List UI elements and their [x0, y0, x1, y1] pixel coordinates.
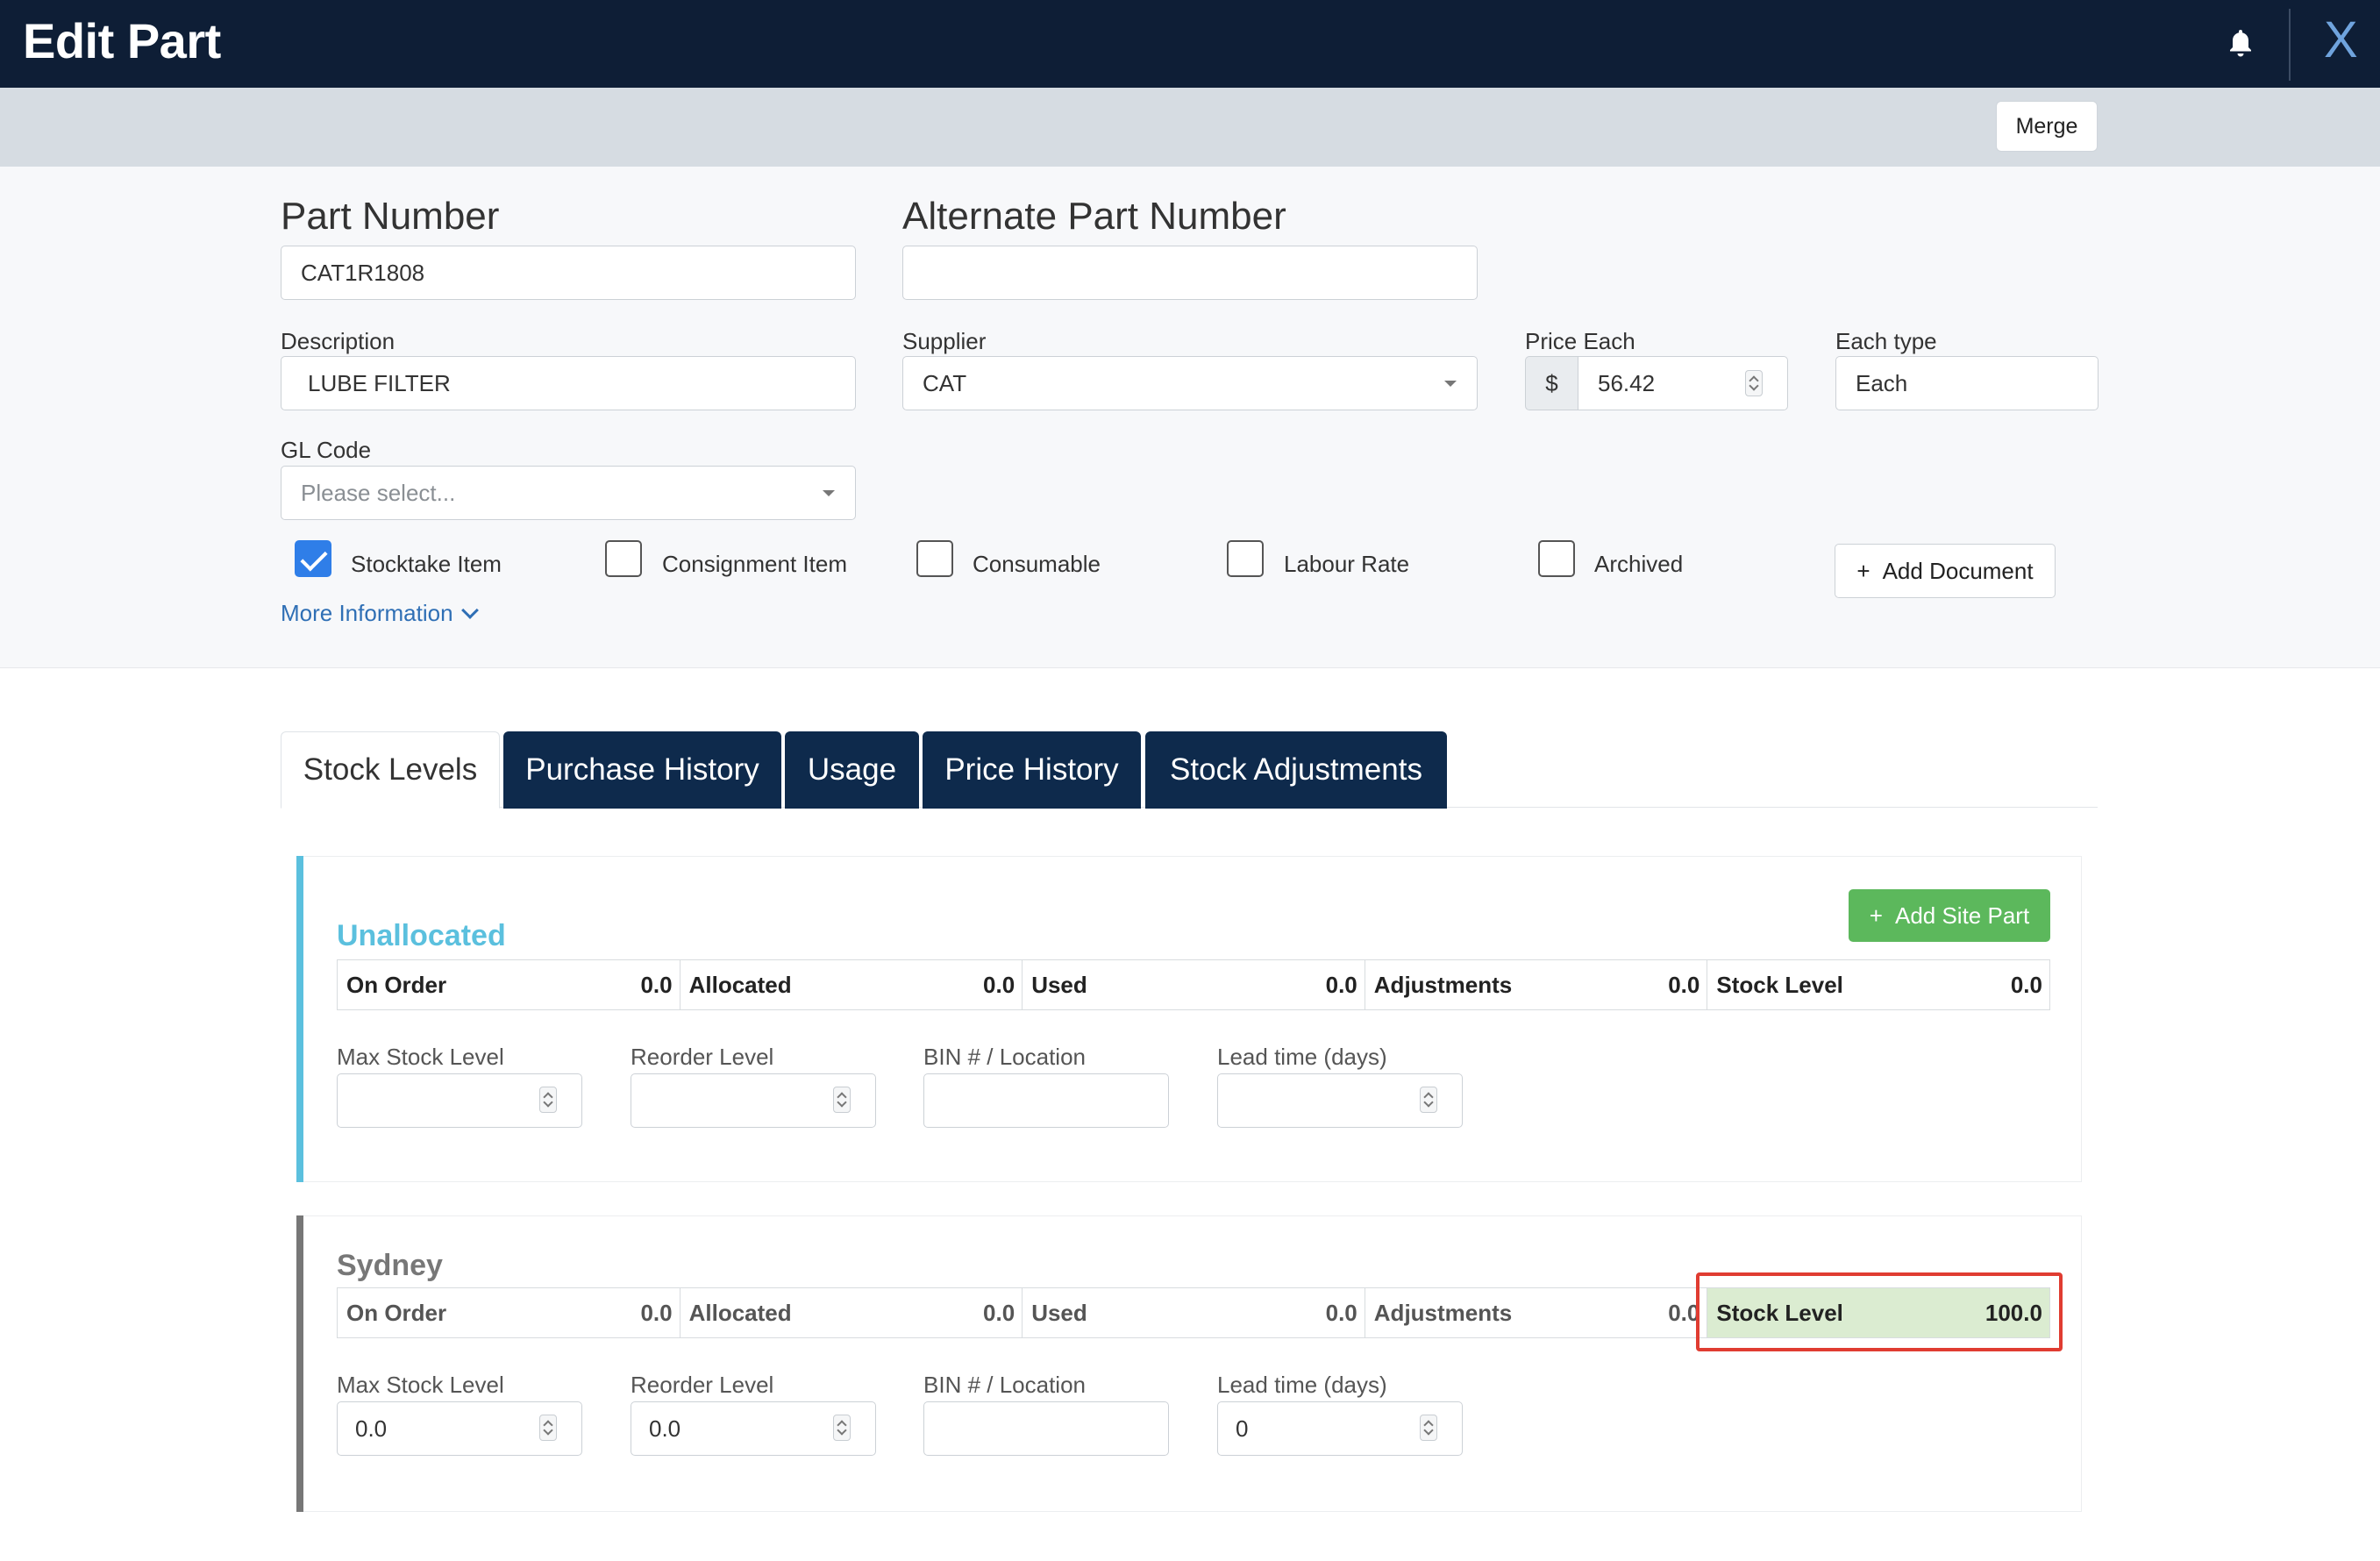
reorder-level-label: Reorder Level: [631, 1372, 774, 1398]
more-information-link[interactable]: More Information: [281, 600, 479, 627]
gl-code-placeholder: Please select...: [301, 479, 456, 506]
max-stock-level-label: Max Stock Level: [337, 1044, 504, 1070]
stat-allocated: Allocated 0.0: [681, 1288, 1023, 1337]
chevron-down-icon: [1444, 381, 1457, 387]
tab-stock-levels[interactable]: Stock Levels: [281, 731, 500, 809]
lead-time-label: Lead time (days): [1217, 1044, 1387, 1070]
each-type-label: Each type: [1835, 328, 1937, 354]
archived-checkbox[interactable]: [1538, 540, 1575, 577]
currency-addon: $: [1525, 356, 1578, 410]
stepper-icon[interactable]: [539, 1415, 557, 1441]
consignment-item-checkbox[interactable]: [605, 540, 642, 577]
site-panel-sydney: [296, 1215, 2082, 1512]
stat-adjustments: Adjustments 0.0: [1365, 1288, 1708, 1337]
labour-rate-checkbox[interactable]: [1227, 540, 1264, 577]
reorder-level-label: Reorder Level: [631, 1044, 774, 1070]
stat-used: Used 0.0: [1023, 960, 1365, 1009]
bin-location-label: BIN # / Location: [923, 1044, 1086, 1070]
supplier-label: Supplier: [902, 328, 987, 354]
bin-location-label: BIN # / Location: [923, 1372, 1086, 1398]
stat-on-order: On Order 0.0: [338, 1288, 681, 1337]
alt-part-number-label: Alternate Part Number: [902, 195, 1286, 238]
each-type-input[interactable]: Each: [1835, 356, 2099, 410]
stat-on-order: On Order 0.0: [338, 960, 681, 1009]
site-accent-bar: [296, 1215, 303, 1512]
bin-location-input[interactable]: [923, 1073, 1169, 1128]
alt-part-number-input[interactable]: [902, 246, 1478, 300]
tab-usage[interactable]: Usage: [785, 731, 919, 809]
more-information-label: More Information: [281, 600, 453, 626]
stat-stock-level: Stock Level 0.0: [1716, 971, 2042, 998]
stocktake-item-label: Stocktake Item: [351, 551, 502, 577]
chevron-down-icon: [460, 601, 479, 619]
add-site-part-button[interactable]: + Add Site Part: [1849, 889, 2050, 942]
bell-icon[interactable]: [2227, 28, 2254, 58]
part-number-label: Part Number: [281, 195, 500, 238]
price-each-value: 56.42: [1598, 369, 1656, 396]
price-each-label: Price Each: [1525, 328, 1635, 354]
top-bar: Edit Part X: [0, 0, 2380, 88]
consumable-checkbox[interactable]: [916, 540, 953, 577]
stepper-icon[interactable]: [1420, 1415, 1437, 1441]
description-label: Description: [281, 328, 395, 354]
stat-adjustments: Adjustments 0.0: [1365, 960, 1708, 1009]
stat-used: Used 0.0: [1023, 1288, 1365, 1337]
bin-location-input[interactable]: [923, 1401, 1169, 1456]
page-title: Edit Part: [23, 13, 221, 68]
max-stock-level-label: Max Stock Level: [337, 1372, 504, 1398]
lead-time-label: Lead time (days): [1217, 1372, 1387, 1398]
consumable-label: Consumable: [973, 551, 1101, 577]
stocktake-item-checkbox[interactable]: [295, 540, 331, 577]
stock-stats-row: On Order 0.0 Allocated 0.0 Used 0.0 Adjustm…: [337, 959, 2050, 1010]
archived-label: Archived: [1594, 551, 1684, 577]
description-input[interactable]: LUBE FILTER: [281, 356, 856, 410]
stepper-icon[interactable]: [539, 1087, 557, 1113]
labour-rate-label: Labour Rate: [1284, 551, 1410, 577]
stepper-icon[interactable]: [833, 1087, 851, 1113]
gl-code-select[interactable]: Please select...: [281, 466, 856, 520]
merge-button[interactable]: Merge: [1996, 101, 2098, 152]
add-site-part-label: Add Site Part: [1894, 902, 2030, 929]
header-divider: [2289, 9, 2291, 81]
gl-code-label: GL Code: [281, 437, 372, 463]
plus-icon: +: [1869, 902, 1883, 929]
consignment-item-label: Consignment Item: [662, 551, 847, 577]
tab-purchase-history[interactable]: Purchase History: [503, 731, 781, 809]
close-button[interactable]: X: [2324, 11, 2358, 69]
site-panel-unallocated: [296, 856, 2082, 1182]
add-document-label: Add Document: [1882, 557, 2034, 584]
stat-allocated: Allocated 0.0: [681, 960, 1023, 1009]
plus-icon: +: [1856, 557, 1871, 584]
site-title: Unallocated: [337, 919, 506, 952]
stepper-icon[interactable]: [1420, 1087, 1437, 1113]
tab-stock-adjustments[interactable]: Stock Adjustments: [1145, 731, 1447, 809]
supplier-value: CAT: [923, 369, 967, 396]
chevron-down-icon: [823, 490, 835, 496]
part-number-input[interactable]: CAT1R1808: [281, 246, 856, 300]
price-spinner-icon[interactable]: [1745, 370, 1763, 396]
site-accent-bar: [296, 856, 303, 1182]
site-title: Sydney: [337, 1249, 443, 1282]
stock-level-highlight: [1696, 1272, 2063, 1351]
stepper-icon[interactable]: [833, 1415, 851, 1441]
tab-price-history[interactable]: Price History: [923, 731, 1141, 809]
supplier-select[interactable]: CAT: [902, 356, 1478, 410]
add-document-button[interactable]: + Add Document: [1835, 544, 2056, 598]
